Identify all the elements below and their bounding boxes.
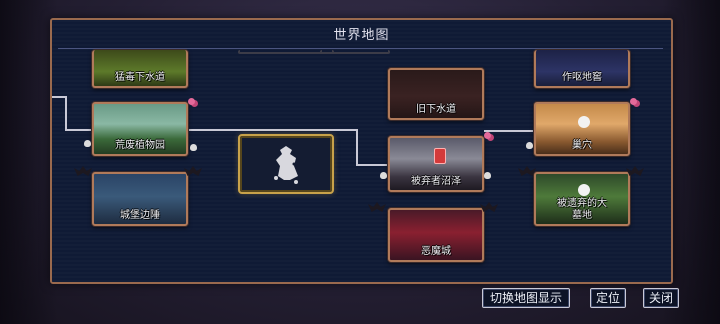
skull-icon (578, 184, 590, 196)
character-icon (274, 146, 298, 184)
map-node-forgotten-sepulcher[interactable]: 被弃者沼泽 (388, 136, 484, 192)
skull-decoration (484, 172, 491, 179)
node-label: 作呕地窖 (562, 72, 602, 83)
node-label: 城堡边陲 (120, 210, 160, 221)
map-node-infested-castle[interactable]: 恶魔城 (388, 208, 484, 262)
panel-title: 世界地图 (333, 28, 390, 43)
skull-decoration (190, 144, 197, 151)
node-label: 猛毒下水道 (115, 72, 165, 83)
toggle-map-display-button[interactable]: 切换地图显示 (482, 288, 570, 308)
flower-decoration (188, 98, 195, 105)
map-node-nest[interactable]: 巢穴 (534, 102, 630, 156)
node-label: 荒废植物园 (115, 140, 165, 151)
map-node-old-sewers[interactable]: 旧下水道 (388, 68, 484, 120)
map-path (187, 129, 357, 131)
map-node-arboretum[interactable]: 荒废植物园 (92, 102, 188, 156)
locate-button[interactable]: 定位 (590, 288, 626, 308)
map-node-graveyard[interactable]: 被遗弃的大墓地 (534, 172, 630, 226)
node-label: 巢穴 (572, 140, 592, 151)
current-location-tile[interactable] (238, 134, 334, 194)
map-node-ramparts[interactable]: 城堡边陲 (92, 172, 188, 226)
map-path (484, 130, 534, 132)
skull-decoration (526, 142, 533, 149)
skull-decoration (380, 172, 387, 179)
title-divider (58, 48, 663, 49)
map-path (52, 96, 66, 98)
node-label: 被遗弃的大墓地 (557, 198, 607, 221)
skull-decoration (84, 140, 91, 147)
node-label: 旧下水道 (416, 104, 456, 115)
player-marker (434, 148, 446, 164)
flower-decoration (484, 132, 491, 139)
node-label: 被弃者沼泽 (411, 176, 461, 187)
map-path (356, 164, 388, 166)
map-room-fragment (320, 50, 390, 54)
map-path (356, 129, 358, 165)
map-path (65, 129, 91, 131)
map-node-ossuary[interactable]: 作呕地窖 (534, 50, 630, 88)
node-label: 恶魔城 (421, 246, 451, 257)
close-button[interactable]: 关闭 (643, 288, 679, 308)
flower-decoration (630, 98, 637, 105)
skull-icon (578, 116, 590, 128)
map-node-toxic-sewers[interactable]: 猛毒下水道 (92, 50, 188, 88)
world-map-panel: 世界地图 猛毒下水道 作呕地窖 旧下水道 荒废植物园 城堡边陲 被弃者沼泽 恶魔… (50, 18, 673, 284)
map-path (65, 96, 67, 130)
